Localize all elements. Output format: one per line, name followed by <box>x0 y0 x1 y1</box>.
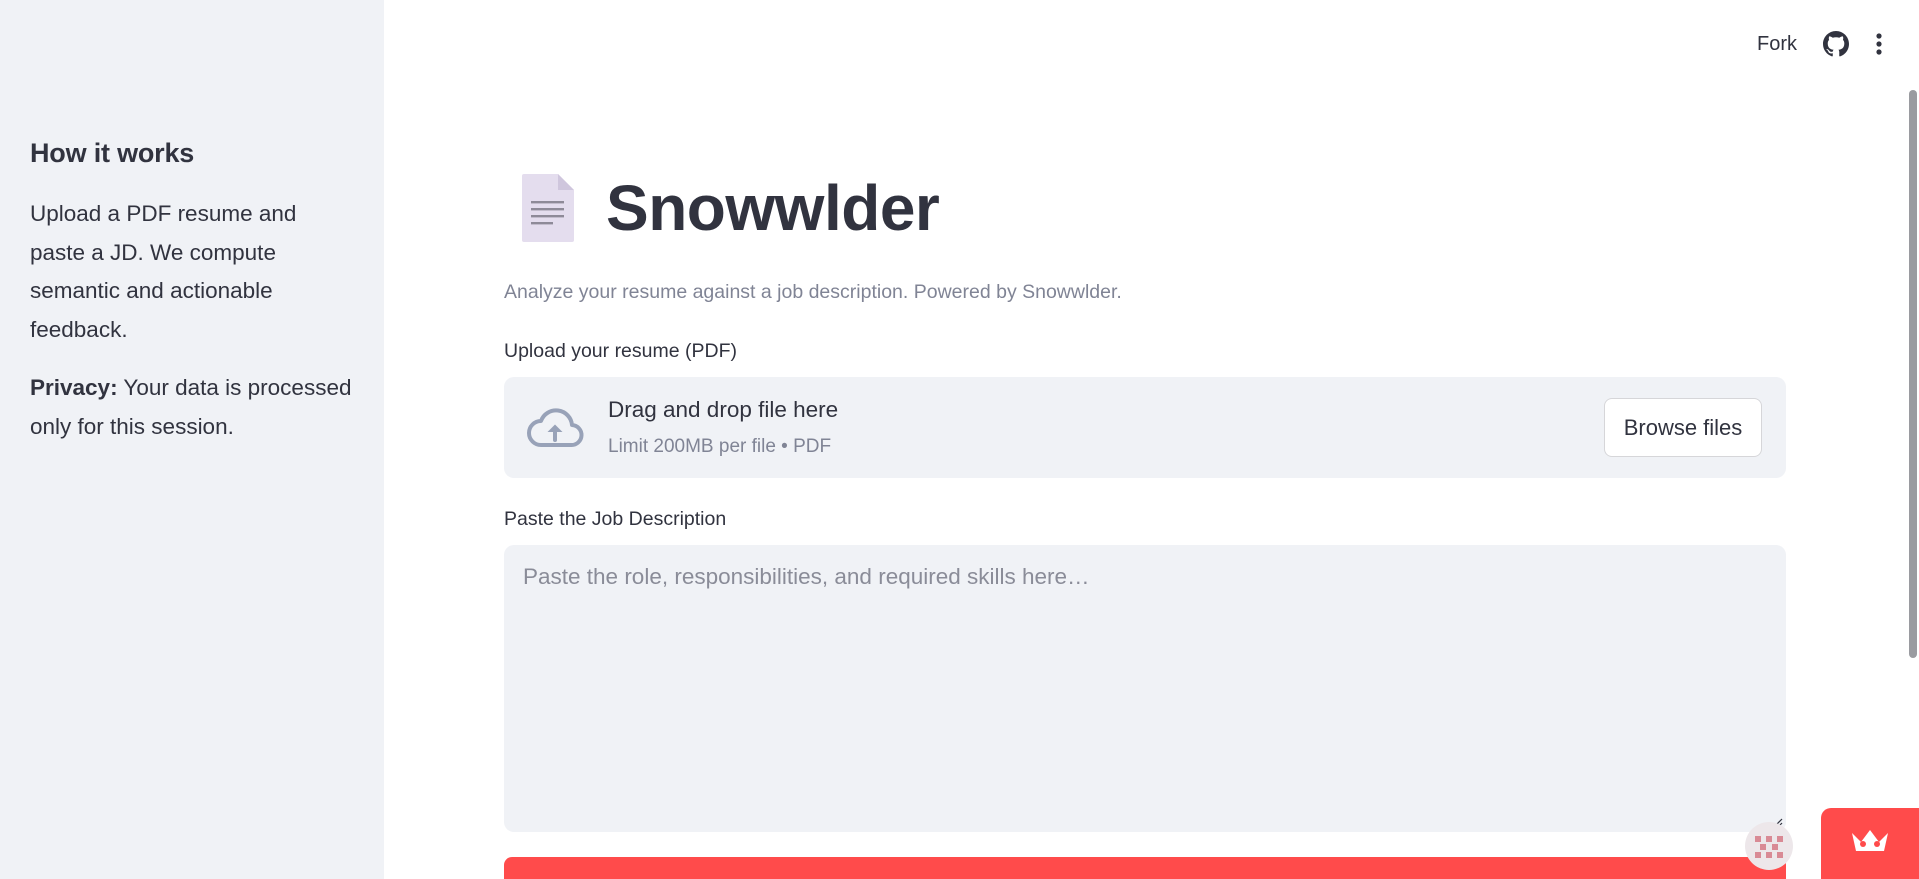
privacy-label: Privacy: <box>30 375 118 400</box>
vertical-ellipsis-icon[interactable] <box>1875 32 1883 56</box>
document-icon <box>520 172 576 244</box>
github-icon[interactable] <box>1823 31 1849 57</box>
job-description-label: Paste the Job Description <box>504 508 727 530</box>
avatar[interactable] <box>1745 822 1793 870</box>
main-content: Snowwlder Analyze your resume against a … <box>504 0 1786 879</box>
analyze-button[interactable] <box>504 857 1786 879</box>
browse-files-button[interactable]: Browse files <box>1604 398 1762 457</box>
title-row: Snowwlder <box>520 172 940 244</box>
crown-icon <box>1849 827 1891 860</box>
app-window: How it works Upload a PDF resume and pas… <box>0 0 1919 879</box>
sidebar: How it works Upload a PDF resume and pas… <box>0 0 384 879</box>
sidebar-description: Upload a PDF resume and paste a JD. We c… <box>30 201 297 342</box>
upload-label: Upload your resume (PDF) <box>504 340 737 362</box>
page-subtitle: Analyze your resume against a job descri… <box>504 281 1122 303</box>
page-title: Snowwlder <box>606 172 940 244</box>
sidebar-privacy: Privacy: Your data is processed only for… <box>30 369 354 446</box>
sidebar-heading: How it works <box>30 138 195 168</box>
dropzone-limit: Limit 200MB per file • PDF <box>608 436 832 457</box>
job-description-textarea[interactable] <box>504 545 1786 832</box>
dropzone-title: Drag and drop file here <box>608 397 839 422</box>
scrollbar[interactable] <box>1909 90 1917 658</box>
manage-app-button[interactable] <box>1821 808 1919 879</box>
file-dropzone[interactable]: Drag and drop file here Limit 200MB per … <box>504 377 1786 478</box>
